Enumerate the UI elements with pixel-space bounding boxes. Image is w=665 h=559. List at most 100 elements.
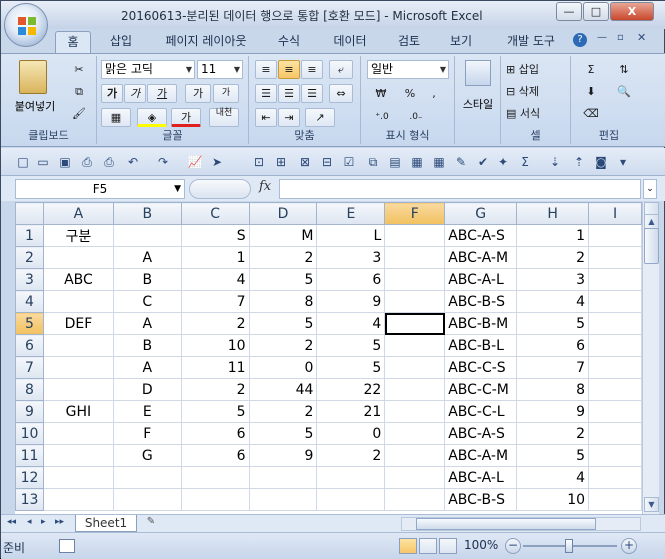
align-right-icon[interactable]: ☰ (301, 84, 323, 103)
prev-sheet-icon[interactable]: ◂ (27, 517, 32, 527)
currency-button[interactable]: ₩ (367, 84, 395, 103)
delete-cells-button[interactable]: ⊟ 삭제 (505, 82, 567, 101)
ribbon-restore-icon[interactable]: ▫ (617, 32, 624, 43)
horizontal-scrollbar[interactable] (401, 517, 641, 531)
increase-indent-icon[interactable]: ⇥ (278, 108, 300, 127)
row-header[interactable]: 9 (15, 400, 44, 423)
fill-icon[interactable]: ⬇ (579, 82, 603, 101)
last-sheet-icon[interactable]: ▸▸ (55, 517, 64, 527)
cell-g13[interactable]: ABC-B-S (444, 488, 518, 511)
bold-button[interactable]: 가 (101, 84, 123, 103)
borders-icon[interactable]: ▦ (409, 154, 425, 170)
cell-c4[interactable]: 7 (180, 290, 250, 313)
styles-button-label[interactable]: 스타일 (455, 96, 501, 112)
insert-function-icon[interactable]: fx (259, 179, 271, 194)
cell-b7[interactable]: A (112, 356, 182, 379)
comma-button[interactable]: , (423, 84, 445, 103)
cell-c1[interactable]: S (180, 224, 250, 247)
insert-cells-button[interactable]: ⊞ 삽입 (505, 60, 567, 79)
select-all-corner[interactable] (15, 202, 44, 225)
column-header-h[interactable]: H (516, 202, 590, 225)
print-icon[interactable]: ⎙ (101, 154, 117, 170)
increase-decimal-icon[interactable]: ⁺.0 (367, 108, 397, 127)
format-painter-icon[interactable]: 🖌 (69, 104, 89, 123)
cell-f1[interactable] (384, 224, 446, 247)
cell-h1[interactable]: 1 (516, 224, 590, 247)
align-center-icon[interactable]: ☰ (278, 84, 300, 103)
sheet-tab-sheet1[interactable]: Sheet1 (75, 515, 137, 532)
autosum-button[interactable]: Σ (579, 60, 603, 79)
cell-a9[interactable]: GHI (42, 400, 114, 423)
cell-e9[interactable]: 21 (316, 400, 386, 423)
grow-font-button[interactable]: 가 (185, 84, 211, 103)
first-sheet-icon[interactable]: ◂◂ (7, 517, 16, 527)
pen-icon[interactable]: ✎ (453, 154, 469, 170)
decrease-decimal-icon[interactable]: .0₋ (401, 108, 431, 127)
cell-a5[interactable]: DEF (42, 312, 114, 335)
cell-d4[interactable]: 8 (248, 290, 318, 313)
orientation-icon[interactable]: ↗ (305, 108, 335, 127)
cell-i11[interactable] (588, 444, 642, 467)
cell-c6[interactable]: 10 (180, 334, 250, 357)
scroll-down-icon[interactable]: ▼ (644, 497, 659, 512)
cell-d9[interactable]: 2 (248, 400, 318, 423)
cell-f11[interactable] (384, 444, 446, 467)
row-header[interactable]: 6 (15, 334, 44, 357)
redo-icon[interactable]: ↷ (155, 154, 171, 170)
cell-b10[interactable]: F (112, 422, 182, 445)
cell-e5[interactable]: 4 (316, 312, 386, 335)
cell-b2[interactable]: A (112, 246, 182, 269)
align-top-icon[interactable]: ≡ (255, 60, 277, 79)
print-preview-icon[interactable]: ⎙ (79, 154, 95, 170)
new-file-icon[interactable]: □ (15, 154, 31, 170)
vertical-scrollbar[interactable]: ▲ ▼ (642, 202, 659, 514)
cell-b13[interactable] (112, 488, 182, 511)
align-bottom-icon[interactable]: ≡ (301, 60, 323, 79)
cell-d11[interactable]: 9 (248, 444, 318, 467)
copy-picture-icon[interactable]: ▤ (387, 154, 403, 170)
cell-i2[interactable] (588, 246, 642, 269)
cell-b11[interactable]: G (112, 444, 182, 467)
cell-f13[interactable] (384, 488, 446, 511)
cell-d6[interactable]: 2 (248, 334, 318, 357)
worksheet-grid[interactable]: A B C D E F G H I 1 구분 S M L ABC-A-S 1 2 A 1 2 3 ABC… (15, 202, 642, 514)
row-header[interactable]: 8 (15, 378, 44, 401)
column-header-c[interactable]: C (180, 202, 250, 225)
cell-h11[interactable]: 5 (516, 444, 590, 467)
cell-e3[interactable]: 6 (316, 268, 386, 291)
cell-b3[interactable]: B (112, 268, 182, 291)
row-header[interactable]: 5 (15, 312, 44, 335)
open-folder-icon[interactable]: ▭ (35, 154, 51, 170)
percent-button[interactable]: % (399, 84, 421, 103)
cell-f6[interactable] (384, 334, 446, 357)
align-middle-icon[interactable]: ≡ (278, 60, 300, 79)
fill-color-button[interactable]: ◈ (137, 108, 167, 127)
cell-i12[interactable] (588, 466, 642, 489)
minimize-button[interactable]: — (556, 2, 582, 21)
cell-c9[interactable]: 5 (180, 400, 250, 423)
cut-icon[interactable]: ✂ (69, 60, 89, 79)
cell-f2[interactable] (384, 246, 446, 269)
scroll-up-icon[interactable]: ▲ (644, 214, 659, 229)
horizontal-scroll-thumb[interactable] (416, 518, 596, 530)
row-header[interactable]: 4 (15, 290, 44, 313)
cell-f4[interactable] (384, 290, 446, 313)
cell-g3[interactable]: ABC-A-L (444, 268, 518, 291)
cell-b8[interactable]: D (112, 378, 182, 401)
tab-insert[interactable]: 삽입 (101, 31, 141, 53)
ribbon-minimize-icon[interactable]: — (597, 32, 607, 43)
cell-a11[interactable] (42, 444, 114, 467)
cell-b1[interactable] (112, 224, 182, 247)
cell-c2[interactable]: 1 (180, 246, 250, 269)
cell-c7[interactable]: 11 (180, 356, 250, 379)
cell-c13[interactable] (180, 488, 250, 511)
macro-record-icon[interactable] (59, 539, 75, 553)
tab-page-layout[interactable]: 페이지 레이아웃 (156, 31, 256, 53)
cell-c12[interactable] (180, 466, 250, 489)
cell-e10[interactable]: 0 (316, 422, 386, 445)
cell-e12[interactable] (316, 466, 386, 489)
row-header[interactable]: 3 (15, 268, 44, 291)
font-name-combo[interactable]: 맑은 고딕 ▼ (101, 60, 195, 79)
help-icon[interactable]: ? (573, 33, 587, 47)
cell-a1[interactable]: 구분 (42, 224, 114, 247)
